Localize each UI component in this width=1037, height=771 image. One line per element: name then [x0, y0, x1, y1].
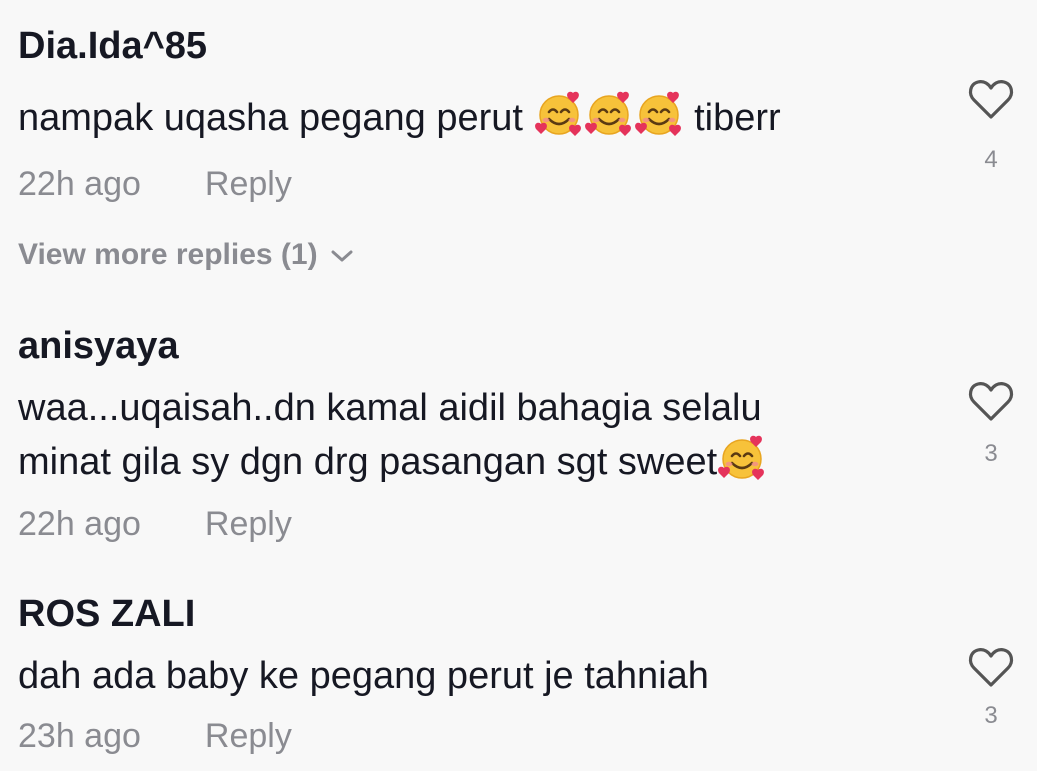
comment-text: nampak uqasha pegang perut tiberr	[18, 90, 938, 144]
comment-text-part: nampak uqasha pegang perut	[18, 97, 534, 139]
comment-item: anisyaya waa...uqaisah..dn kamal aidil b…	[18, 324, 1018, 544]
smiling-face-with-hearts-icon	[635, 90, 683, 138]
smiling-face-with-hearts-icon	[718, 434, 766, 482]
view-more-replies-button[interactable]: View more replies (1)	[18, 238, 354, 272]
comment-meta: 23h ago Reply	[18, 716, 1018, 756]
like-count: 4	[984, 146, 998, 173]
like-count: 3	[984, 440, 998, 467]
comment-text-line: dah ada baby ke pegang perut je tahniah	[18, 655, 709, 697]
reply-button[interactable]: Reply	[205, 505, 292, 543]
like-button[interactable]: 4	[961, 76, 1021, 174]
comment-timestamp: 22h ago	[18, 165, 141, 203]
heart-outline-icon	[967, 378, 1015, 426]
comment-text: dah ada baby ke pegang perut je tahniah	[18, 650, 938, 702]
comment-text: waa...uqaisah..dn kamal aidil bahagia se…	[18, 382, 938, 488]
comment-username[interactable]: anisyaya	[18, 324, 1018, 368]
like-button[interactable]: 3	[961, 644, 1021, 730]
smiling-face-with-hearts-icon	[535, 90, 583, 138]
heart-outline-icon	[967, 644, 1015, 692]
comment-item: Dia.Ida^85 nampak uqasha pegang perut ti…	[18, 24, 1018, 204]
like-count: 3	[984, 702, 998, 729]
view-more-replies-label: View more replies (1)	[18, 238, 318, 271]
comment-text-line: minat gila sy dgn drg pasangan sgt sweet	[18, 434, 938, 488]
comment-timestamp: 22h ago	[18, 505, 141, 543]
comment-text-part: minat gila sy dgn drg pasangan sgt sweet	[18, 441, 718, 483]
heart-outline-icon	[967, 76, 1015, 124]
like-button[interactable]: 3	[961, 378, 1021, 468]
comment-timestamp: 23h ago	[18, 717, 141, 755]
comment-item: ROS ZALI dah ada baby ke pegang perut je…	[18, 592, 1018, 756]
comment-text-line: waa...uqaisah..dn kamal aidil bahagia se…	[18, 387, 762, 429]
comment-meta: 22h ago Reply	[18, 164, 1018, 204]
reply-button[interactable]: Reply	[205, 165, 292, 203]
smiling-face-with-hearts-icon	[585, 90, 633, 138]
chevron-down-icon	[331, 250, 353, 262]
reply-button[interactable]: Reply	[205, 717, 292, 755]
comment-meta: 22h ago Reply	[18, 504, 1018, 544]
comment-username[interactable]: ROS ZALI	[18, 592, 1018, 636]
comment-text-part: tiberr	[683, 97, 781, 139]
comment-username[interactable]: Dia.Ida^85	[18, 24, 1018, 68]
